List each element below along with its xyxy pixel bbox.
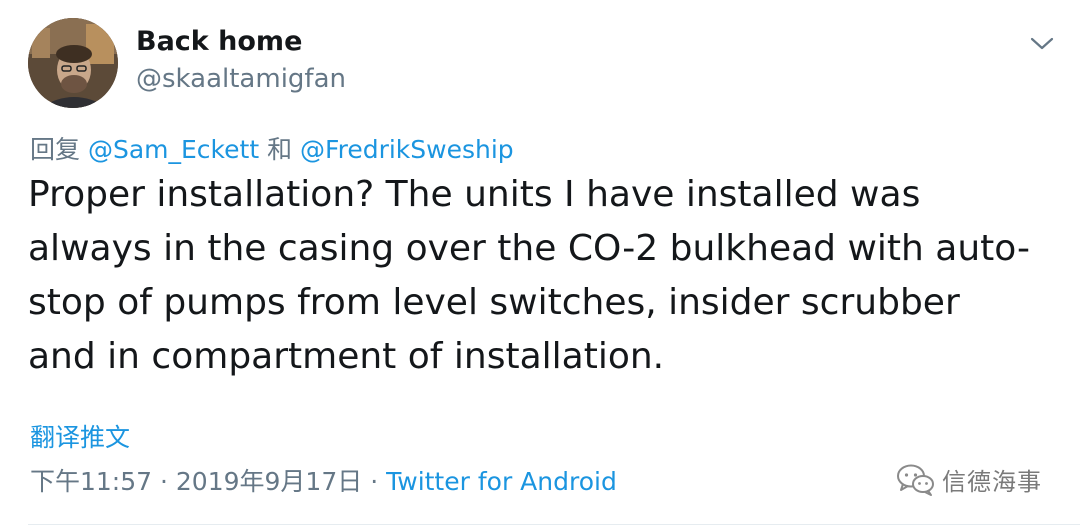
reply-prefix: 回复	[30, 135, 81, 164]
wechat-icon	[897, 464, 934, 496]
reply-context: 回复 @Sam_Eckett 和 @FredrikSweship	[30, 130, 514, 166]
avatar-photo	[28, 18, 118, 108]
tweet-source-link[interactable]: Twitter for Android	[386, 467, 617, 496]
reply-conjunction: 和	[267, 135, 293, 164]
watermark: 信德海事	[896, 462, 1042, 497]
tweet-date[interactable]: 2019年9月17日	[176, 467, 362, 496]
tweet-menu-button[interactable]	[1024, 26, 1060, 62]
author-handle[interactable]: @skaaltamigfan	[136, 64, 346, 94]
meta-separator: ·	[160, 467, 168, 496]
meta-separator: ·	[370, 467, 379, 496]
tweet-meta: 下午11:57 · 2019年9月17日 · Twitter for Andro…	[30, 462, 617, 498]
translate-tweet-link[interactable]: 翻译推文	[30, 418, 130, 454]
tweet-card: Back home @skaaltamigfan 回复 @Sam_Eckett …	[0, 0, 1080, 529]
tweet-time[interactable]: 下午11:57	[30, 467, 152, 496]
avatar[interactable]	[28, 18, 118, 108]
tweet-text: Proper installation? The units I have in…	[28, 174, 1030, 377]
mention-link-sam-eckett[interactable]: @Sam_Eckett	[88, 135, 259, 164]
bottom-divider	[28, 524, 1080, 525]
author-name[interactable]: Back home	[136, 26, 302, 57]
chevron-down-icon	[1030, 37, 1054, 50]
mention-link-fredrik-sweship[interactable]: @FredrikSweship	[300, 135, 514, 164]
watermark-text: 信德海事	[942, 468, 1042, 496]
